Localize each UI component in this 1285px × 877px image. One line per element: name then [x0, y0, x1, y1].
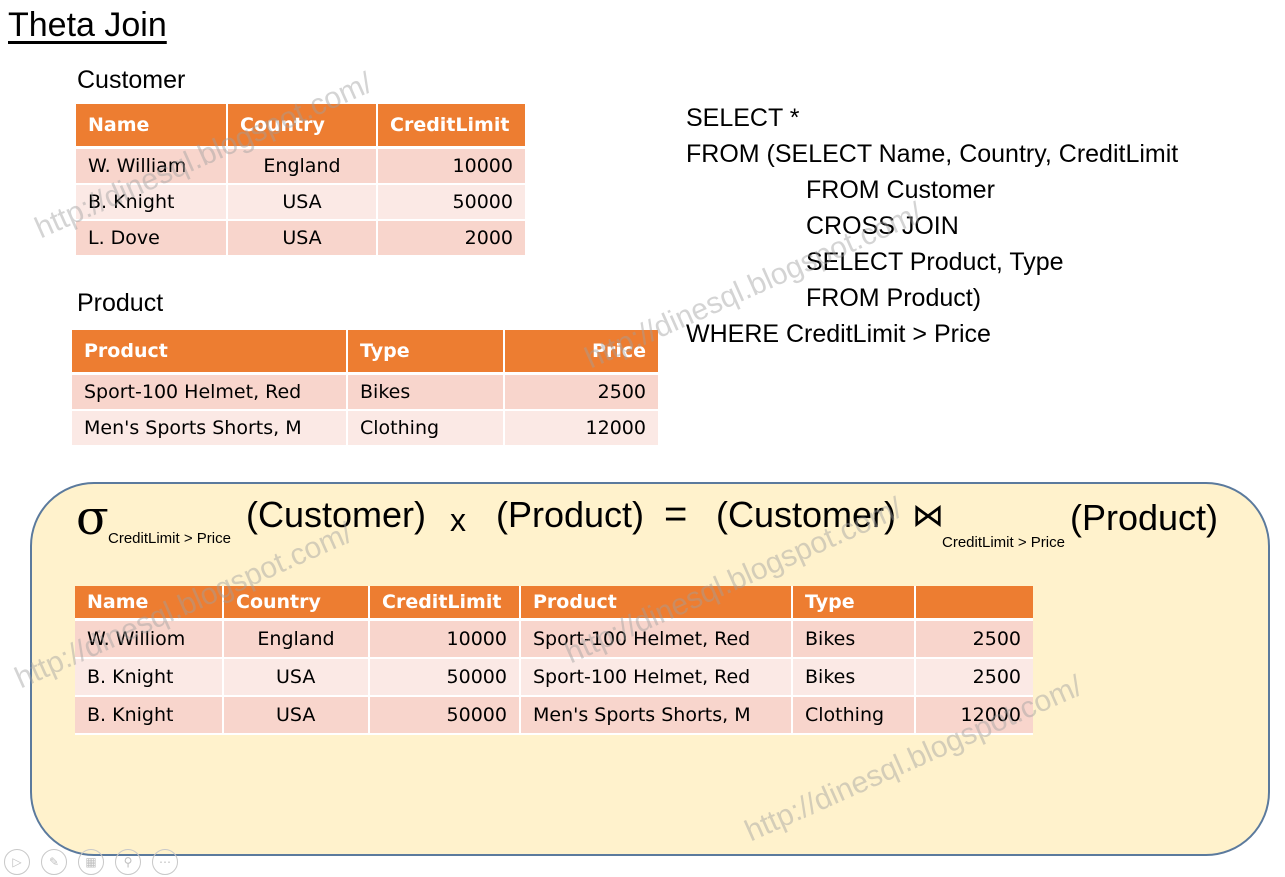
table-row: B. Knight USA 50000 Sport-100 Helmet, Re… — [75, 659, 1033, 697]
table-row: W. William England 10000 — [76, 149, 525, 185]
expr-join-left: (Customer) — [716, 494, 897, 535]
zoom-icon[interactable]: ⚲ — [115, 849, 141, 875]
cell: Bikes — [793, 659, 916, 697]
sql-line: SELECT Product, Type — [806, 248, 1064, 276]
sigma-subscript: CreditLimit > Price — [108, 530, 231, 547]
sigma-symbol: σ — [76, 490, 109, 546]
sql-line: FROM Customer — [806, 176, 995, 204]
cell: 10000 — [370, 621, 521, 659]
result-header-creditlimit: CreditLimit — [370, 586, 521, 621]
product-header-type: Type — [348, 330, 505, 375]
table-row: Sport-100 Helmet, Red Bikes 2500 — [72, 375, 658, 411]
product-header-row: Product Type Price — [72, 330, 658, 375]
result-header-row: Name Country CreditLimit Product Type — [75, 586, 1033, 621]
result-header-type: Type — [793, 586, 916, 621]
cell: England — [228, 149, 378, 185]
cell: 50000 — [370, 697, 521, 735]
product-table: Product Type Price Sport-100 Helmet, Red… — [72, 330, 658, 447]
table-row: B. Knight USA 50000 — [76, 185, 525, 221]
result-header-name: Name — [75, 586, 224, 621]
cell: USA — [224, 697, 370, 735]
cell: 50000 — [370, 659, 521, 697]
product-header-price: Price — [505, 330, 658, 375]
join-symbol: ⋈ — [912, 496, 944, 534]
cell: Sport-100 Helmet, Red — [72, 375, 348, 411]
sql-query: SELECT * FROM (SELECT Name, Country, Cre… — [686, 100, 1178, 352]
join-subscript: CreditLimit > Price — [942, 534, 1065, 551]
slides-icon[interactable]: ▦ — [78, 849, 104, 875]
more-icon[interactable]: ⋯ — [152, 849, 178, 875]
table-row: B. Knight USA 50000 Men's Sports Shorts,… — [75, 697, 1033, 735]
result-header-country: Country — [224, 586, 370, 621]
customer-caption: Customer — [77, 66, 186, 94]
cell: 10000 — [378, 149, 525, 185]
equals-symbol: = — [664, 492, 688, 536]
sql-line: FROM (SELECT Name, Country, CreditLimit — [686, 140, 1179, 168]
table-row: W. Williom England 10000 Sport-100 Helme… — [75, 621, 1033, 659]
cell: B. Knight — [75, 659, 224, 697]
cell: W. William — [76, 149, 228, 185]
cell: USA — [228, 185, 378, 221]
cell: Sport-100 Helmet, Red — [521, 659, 793, 697]
cell: Men's Sports Shorts, M — [521, 697, 793, 735]
customer-table: Name Country CreditLimit W. William Engl… — [76, 104, 525, 257]
cell: Men's Sports Shorts, M — [72, 411, 348, 447]
expr-join-right: (Product) — [1070, 497, 1219, 538]
cell: B. Knight — [75, 697, 224, 735]
cell: 2500 — [916, 659, 1033, 697]
customer-header-row: Name Country CreditLimit — [76, 104, 525, 149]
cell: USA — [228, 221, 378, 257]
result-header-product: Product — [521, 586, 793, 621]
cell: England — [224, 621, 370, 659]
cell: 2000 — [378, 221, 525, 257]
cell: 12000 — [916, 697, 1033, 735]
customer-header-name: Name — [76, 104, 228, 149]
expr-left-operand: (Customer) — [246, 494, 427, 535]
cell: 2500 — [916, 621, 1033, 659]
sql-line: CROSS JOIN — [806, 212, 959, 240]
sql-line: WHERE CreditLimit > Price — [686, 320, 991, 348]
cell: L. Dove — [76, 221, 228, 257]
cell: USA — [224, 659, 370, 697]
result-header-price — [916, 586, 1033, 621]
expr-right-operand: (Product) — [496, 494, 645, 535]
cell: 12000 — [505, 411, 658, 447]
cell: 50000 — [378, 185, 525, 221]
customer-header-country: Country — [228, 104, 378, 149]
customer-header-creditlimit: CreditLimit — [378, 104, 525, 149]
cell: Sport-100 Helmet, Red — [521, 621, 793, 659]
table-row: Men's Sports Shorts, M Clothing 12000 — [72, 411, 658, 447]
cross-product-symbol: x — [450, 502, 466, 538]
cell: Bikes — [793, 621, 916, 659]
table-row: L. Dove USA 2000 — [76, 221, 525, 257]
play-icon[interactable]: ▷ — [4, 849, 30, 875]
pen-icon[interactable]: ✎ — [41, 849, 67, 875]
page-title: Theta Join — [8, 6, 167, 44]
presentation-controls: ▷ ✎ ▦ ⚲ ⋯ — [4, 849, 178, 875]
cell: W. Williom — [75, 621, 224, 659]
cell: Bikes — [348, 375, 505, 411]
cell: Clothing — [793, 697, 916, 735]
sql-line: SELECT * — [686, 104, 800, 132]
product-header-product: Product — [72, 330, 348, 375]
product-caption: Product — [77, 289, 164, 317]
result-table: Name Country CreditLimit Product Type W.… — [75, 586, 1033, 735]
sql-line: FROM Product) — [806, 284, 982, 312]
cell: 2500 — [505, 375, 658, 411]
cell: B. Knight — [76, 185, 228, 221]
cell: Clothing — [348, 411, 505, 447]
